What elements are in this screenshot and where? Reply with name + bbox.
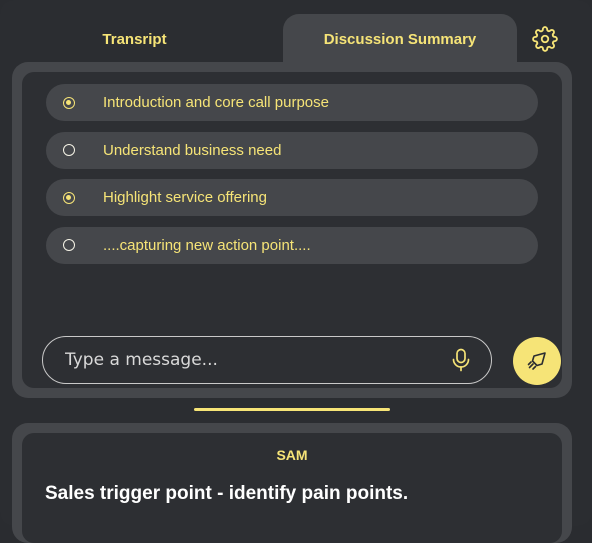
checklist-item-business-need[interactable]: Understand business need [46, 131, 538, 169]
checklist: Introduction and core call purpose Under… [46, 84, 538, 274]
settings-button[interactable] [530, 24, 560, 54]
checklist-item-capturing[interactable]: ....capturing new action point.... [46, 226, 538, 264]
speaker-card-inner: SAM Sales trigger point - identify pain … [22, 433, 562, 543]
app-frame: Transript Discussion Summary Introductio… [0, 0, 592, 543]
radio-checked-icon[interactable] [63, 191, 75, 204]
gear-icon [532, 26, 558, 52]
microphone-icon[interactable] [451, 348, 471, 372]
send-icon [527, 352, 546, 370]
speaker-card: SAM Sales trigger point - identify pain … [12, 423, 572, 543]
speaker-name: SAM [276, 447, 308, 463]
send-button[interactable] [513, 337, 561, 385]
radio-checked-icon[interactable] [63, 96, 75, 109]
checklist-item-label: ....capturing new action point.... [103, 236, 311, 254]
divider-handle[interactable] [194, 408, 390, 411]
radio-unchecked-icon[interactable] [63, 144, 75, 156]
checklist-item-label: Highlight service offering [103, 189, 267, 206]
checklist-item-label: Introduction and core call purpose [103, 94, 329, 111]
checklist-item-service-offering[interactable]: Highlight service offering [46, 179, 538, 216]
checklist-item-label: Understand business need [103, 141, 282, 159]
speaker-message: Sales trigger point - identify pain poin… [45, 483, 409, 504]
tab-discussion-summary[interactable]: Discussion Summary [283, 14, 517, 64]
tab-transcript[interactable]: Transript [12, 14, 257, 64]
summary-inner: Introduction and core call purpose Under… [22, 72, 562, 388]
checklist-item-introduction[interactable]: Introduction and core call purpose [46, 84, 538, 121]
summary-panel: Introduction and core call purpose Under… [12, 62, 572, 398]
message-input[interactable] [63, 349, 427, 371]
message-input-wrapper [42, 336, 492, 384]
radio-unchecked-icon[interactable] [63, 239, 75, 251]
